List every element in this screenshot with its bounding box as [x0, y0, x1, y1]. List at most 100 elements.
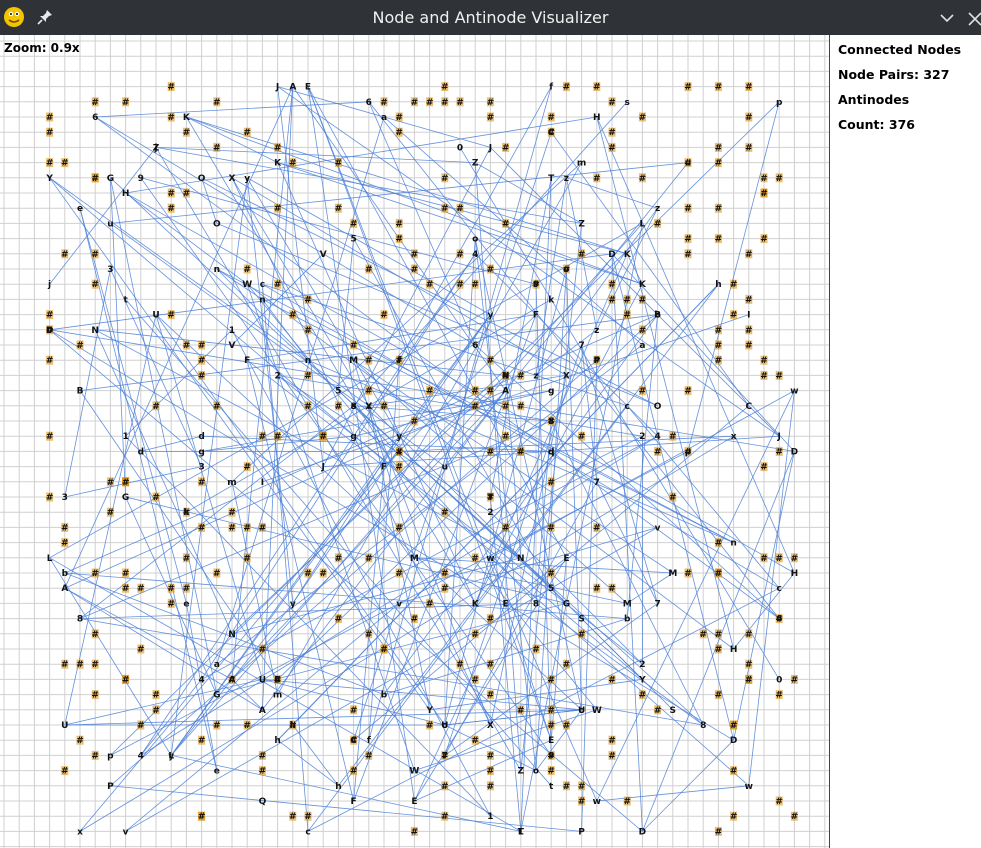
antinode-marker: #: [715, 204, 723, 214]
node-label: M: [623, 599, 632, 609]
node-label: P: [578, 827, 585, 837]
antinode-marker: #: [350, 767, 358, 777]
node-label: A: [229, 675, 236, 685]
node-label: V: [320, 250, 327, 260]
antinode-marker: #: [243, 265, 251, 275]
node-label: G: [213, 691, 220, 701]
node-label: d: [138, 447, 144, 457]
visualizer-canvas[interactable]: # # # # # # # # # # # # # # # # # # # # # # # # # # # # # # # # # # # # # # # #…: [0, 35, 829, 848]
node-label: c: [625, 402, 630, 412]
antinode-marker: #: [578, 250, 586, 260]
antinode-marker: #: [715, 539, 723, 549]
antinode-marker: #: [91, 569, 99, 579]
antinode-marker: #: [61, 250, 69, 260]
node-label: T: [487, 493, 494, 503]
antinode-marker: #: [259, 523, 267, 533]
antinode-marker: #: [684, 387, 692, 397]
node-label: m: [273, 691, 282, 701]
antinode-marker: #: [730, 280, 738, 290]
node-label: 9: [548, 751, 554, 761]
antinode-marker: #: [487, 387, 495, 397]
antinode-marker: #: [639, 174, 647, 184]
node-link: [596, 116, 734, 650]
antinode-marker: #: [547, 767, 555, 777]
antinode-marker: #: [319, 432, 327, 442]
antinode-marker: #: [760, 189, 768, 199]
node-label: 1: [229, 326, 235, 336]
chevron-down-icon[interactable]: [938, 10, 956, 26]
antinode-marker: #: [395, 235, 403, 245]
node-label: y: [168, 751, 174, 761]
antinode-marker: #: [122, 584, 130, 594]
antinode-marker: #: [487, 782, 495, 792]
node-label: K: [183, 113, 191, 123]
antinode-marker: #: [487, 447, 495, 457]
node-label: 7: [654, 599, 660, 609]
antinode-marker: #: [289, 812, 297, 822]
antinode-marker: #: [517, 402, 525, 412]
antinode-marker: #: [715, 83, 723, 93]
antinode-marker: #: [304, 371, 312, 381]
antinode-marker: #: [684, 569, 692, 579]
antinode-marker: #: [395, 523, 403, 533]
node-label: J: [321, 463, 325, 473]
node-label: q: [548, 447, 554, 457]
antinode-marker: #: [167, 113, 175, 123]
antinode-marker: #: [426, 599, 434, 609]
antinode-marker: #: [441, 782, 449, 792]
antinode-marker: #: [791, 812, 799, 822]
node-label: s: [625, 98, 630, 108]
node-label: j: [153, 143, 157, 153]
node-label: L: [640, 219, 646, 229]
antinode-marker: #: [46, 159, 54, 169]
antinode-marker: #: [502, 523, 510, 533]
node-label: h: [715, 280, 721, 290]
node-label: J: [275, 83, 279, 93]
node-label: 2: [639, 432, 645, 442]
antinode-marker: #: [669, 493, 677, 503]
node-label: I: [261, 478, 264, 488]
node-label: c: [260, 280, 265, 290]
node-label: 6: [776, 615, 782, 625]
node-label: 6: [92, 113, 98, 123]
antinode-marker: #: [578, 782, 586, 792]
close-icon[interactable]: [966, 10, 981, 26]
antinode-marker: #: [395, 569, 403, 579]
node-label: 8: [700, 721, 706, 731]
node-label: p: [685, 447, 692, 457]
node-label: 3: [62, 493, 68, 503]
antinode-marker: #: [517, 371, 525, 381]
node-label: E: [503, 599, 509, 609]
node-label: N: [228, 630, 236, 640]
node-label: v: [123, 827, 129, 837]
node-label: c: [305, 827, 310, 837]
antinode-marker: #: [745, 326, 753, 336]
antinode-marker: #: [411, 417, 419, 427]
node-label: f: [549, 83, 553, 93]
node-label: M: [410, 554, 419, 564]
node-label: w: [790, 387, 798, 397]
antinode-marker: #: [547, 569, 555, 579]
antinode-marker: #: [745, 675, 753, 685]
antinode-marker: #: [730, 812, 738, 822]
antinode-marker: #: [380, 98, 388, 108]
antinode-marker: #: [471, 387, 479, 397]
antinode-marker: #: [456, 280, 464, 290]
antinode-marker: #: [745, 143, 753, 153]
antinode-marker: #: [198, 341, 206, 351]
node-label: n: [259, 295, 265, 305]
antinode-marker: #: [471, 736, 479, 746]
antinode-marker: #: [760, 174, 768, 184]
node-label: A: [61, 584, 68, 594]
node-label: F: [533, 311, 539, 321]
node-label: 5: [548, 584, 554, 594]
antinode-marker: #: [608, 736, 616, 746]
node-label: Y: [45, 174, 53, 184]
node-label: z: [594, 326, 599, 336]
node-label: e: [183, 599, 189, 609]
antinode-marker: #: [46, 113, 54, 123]
antinode-marker: #: [107, 478, 115, 488]
antinode-marker: #: [471, 630, 479, 640]
antinode-marker: #: [167, 204, 175, 214]
node-label: D: [46, 326, 53, 336]
